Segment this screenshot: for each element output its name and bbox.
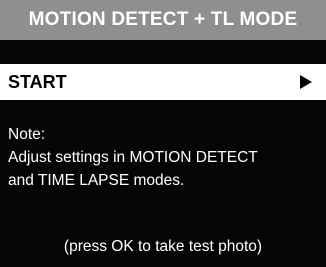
- note-heading: Note:: [8, 126, 46, 143]
- menu-item-start[interactable]: START: [0, 64, 326, 100]
- menu-item-label: START: [8, 71, 67, 92]
- camera-menu-screen: MOTION DETECT + TL MODE START Note: Adju…: [0, 0, 326, 267]
- note-line: Adjust settings in MOTION DETECT: [8, 149, 258, 166]
- screen-title: MOTION DETECT + TL MODE: [28, 9, 298, 30]
- note-line: and TIME LAPSE modes.: [8, 172, 185, 189]
- right-triangle-icon: [300, 75, 312, 89]
- title-bar: MOTION DETECT + TL MODE: [0, 0, 326, 40]
- footer-hint: (press OK to take test photo): [63, 238, 263, 255]
- note-text: Note: Adjust settings in MOTION DETECT a…: [8, 123, 318, 192]
